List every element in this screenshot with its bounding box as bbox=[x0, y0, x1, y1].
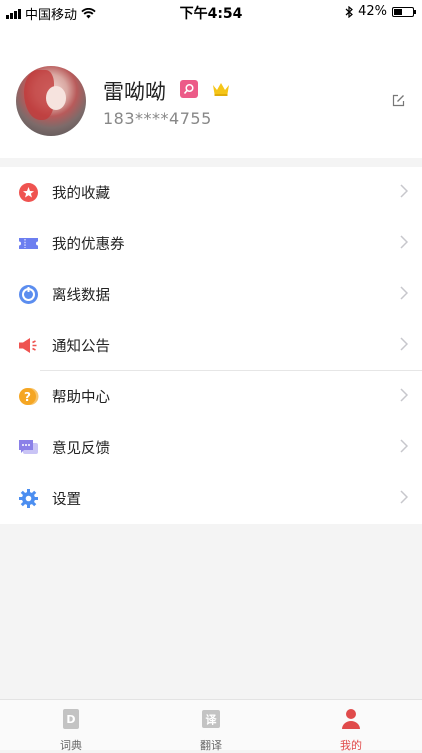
help-icon: ? bbox=[19, 388, 39, 405]
menu-item-label: 意见反馈 bbox=[52, 441, 110, 457]
menu-item-label: 设置 bbox=[52, 492, 81, 508]
menu-item-coupons[interactable]: 我的优惠券 bbox=[0, 218, 422, 269]
menu-item-label: 通知公告 bbox=[52, 339, 110, 355]
battery-percent: 42% bbox=[358, 4, 387, 19]
tab-label: 我的 bbox=[340, 739, 362, 752]
menu-item-label: 我的收藏 bbox=[52, 186, 110, 202]
chevron-right-icon bbox=[400, 337, 408, 351]
search-badge-icon bbox=[180, 80, 198, 98]
chevron-right-icon bbox=[400, 184, 408, 198]
coupon-icon bbox=[19, 238, 38, 249]
chevron-right-icon bbox=[400, 490, 408, 504]
bluetooth-icon bbox=[345, 5, 354, 18]
edit-icon[interactable] bbox=[392, 94, 405, 107]
battery-icon bbox=[392, 6, 416, 17]
tab-label: 词典 bbox=[60, 739, 82, 752]
profile-icon bbox=[342, 709, 360, 729]
gear-icon bbox=[19, 489, 38, 508]
chevron-right-icon bbox=[400, 439, 408, 453]
offline-data-icon bbox=[19, 285, 38, 304]
crown-icon bbox=[213, 83, 229, 96]
menu-list: 我的收藏 我的优惠券 离线数据 通知公告 ? 帮助中心 意见反馈 设置 bbox=[0, 167, 422, 524]
menu-item-help-center[interactable]: ? 帮助中心 bbox=[0, 371, 422, 422]
svg-text:译: 译 bbox=[206, 714, 218, 727]
menu-item-favorites[interactable]: 我的收藏 bbox=[0, 167, 422, 218]
tab-dictionary[interactable]: D 词典 bbox=[21, 708, 121, 753]
tab-profile[interactable]: 我的 bbox=[301, 708, 401, 753]
status-bar: 中国移动 下午4:54 42% bbox=[0, 0, 422, 24]
translate-icon: 译 bbox=[202, 710, 220, 728]
phone-number: 183****4755 bbox=[103, 109, 212, 128]
tab-label: 翻译 bbox=[200, 739, 222, 752]
dictionary-icon: D bbox=[63, 709, 79, 729]
tab-translate[interactable]: 译 翻译 bbox=[161, 708, 261, 753]
star-icon bbox=[19, 183, 38, 202]
menu-item-label: 我的优惠券 bbox=[52, 237, 125, 253]
chevron-right-icon bbox=[400, 388, 408, 402]
feedback-icon bbox=[19, 440, 38, 454]
megaphone-icon bbox=[19, 338, 37, 353]
menu-item-offline-data[interactable]: 离线数据 bbox=[0, 269, 422, 320]
username: 雷呦呦 bbox=[103, 80, 166, 104]
svg-text:D: D bbox=[66, 713, 75, 726]
chevron-right-icon bbox=[400, 235, 408, 249]
menu-item-feedback[interactable]: 意见反馈 bbox=[0, 422, 422, 473]
tab-bar: D 词典 译 翻译 我的 bbox=[0, 699, 422, 753]
avatar[interactable] bbox=[16, 66, 86, 136]
menu-item-label: 帮助中心 bbox=[52, 390, 110, 406]
profile-header[interactable]: 雷呦呦 183****4755 bbox=[0, 24, 422, 158]
svg-text:?: ? bbox=[24, 390, 31, 404]
menu-item-label: 离线数据 bbox=[52, 288, 110, 304]
menu-item-settings[interactable]: 设置 bbox=[0, 473, 422, 524]
menu-item-announcements[interactable]: 通知公告 bbox=[0, 320, 422, 371]
chevron-right-icon bbox=[400, 286, 408, 300]
